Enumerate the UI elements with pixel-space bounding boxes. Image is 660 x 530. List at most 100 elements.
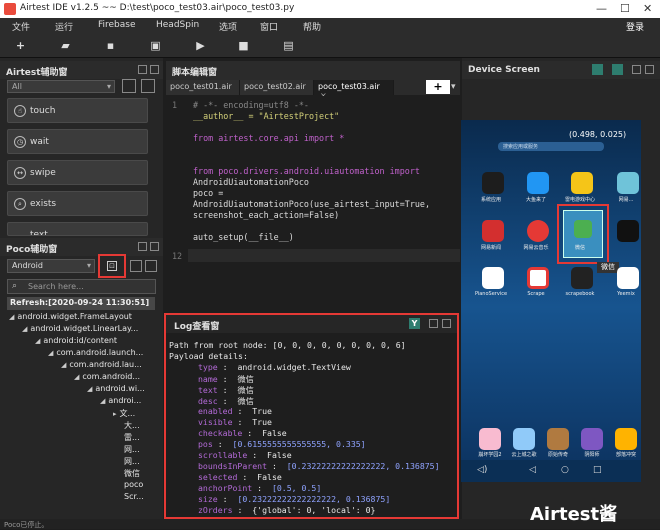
leidian-game-center-icon[interactable] [571, 172, 593, 194]
scrape-icon[interactable] [527, 267, 549, 289]
editor-panel-title: 脚本编辑窗 [172, 68, 218, 78]
float-icon[interactable] [138, 242, 147, 251]
connect-icon[interactable] [592, 64, 603, 75]
tree-node[interactable]: ▸ 文... [113, 408, 135, 420]
ui-tree: ◢ android.widget.FrameLayout ◢ android.wid… [0, 311, 156, 511]
login-link[interactable]: 登录 [626, 20, 644, 33]
yeemix-icon[interactable] [617, 267, 639, 289]
recents-icon[interactable]: □ [593, 465, 602, 475]
game-icon-2[interactable] [513, 428, 535, 450]
tree-node[interactable]: ◢ com.android.launch... [48, 348, 143, 360]
app-label: scrapebook [565, 291, 595, 297]
open-folder-icon[interactable]: ▰ [60, 40, 71, 51]
close-panel-icon[interactable] [645, 65, 654, 74]
back-icon[interactable]: ◁ [529, 465, 536, 475]
rotate-icon[interactable] [612, 64, 623, 75]
netease-game-icon[interactable] [617, 172, 639, 194]
tab-poco-test01[interactable]: poco_test01.air [166, 80, 240, 95]
game-icon-4[interactable] [581, 428, 603, 450]
run-icon[interactable]: ▶ [195, 40, 206, 51]
wait-button[interactable]: ◷ wait [7, 129, 148, 154]
maximize-button[interactable]: ☐ [620, 2, 630, 15]
tree-node[interactable]: ◢ com.android... [74, 372, 140, 384]
code-line: AndroidUiautomationPoco [193, 177, 309, 187]
menu-headspin[interactable]: HeadSpin [156, 20, 199, 30]
poco-mode-select[interactable]: Android ▾ [7, 259, 95, 273]
log-prop: pos : [0.6155555555555555, 0.335] [198, 439, 366, 449]
float-icon[interactable] [429, 319, 438, 328]
tree-node[interactable]: ◢ android.widget.LinearLay... [22, 324, 138, 336]
filter-icon[interactable]: Y [409, 318, 420, 329]
tab-poco-test03[interactable]: poco_test03.air × [314, 80, 394, 100]
float-icon[interactable] [632, 65, 641, 74]
touch-button[interactable]: ☝ touch [7, 98, 148, 123]
volume-icon[interactable]: ◁) [477, 465, 487, 475]
log-prop: anchorPoint : [0.5, 0.5] [198, 483, 322, 493]
netease-news-icon[interactable] [482, 220, 504, 242]
fish-app-icon[interactable] [527, 172, 549, 194]
close-panel-icon[interactable] [442, 319, 451, 328]
window-title: Airtest IDE v1.2.5 ~~ D:\test\poco_test0… [20, 3, 295, 13]
tree-node[interactable]: poco [124, 480, 143, 492]
media-app-icon[interactable] [617, 220, 639, 242]
text-button[interactable]: text [7, 222, 148, 236]
tree-node[interactable]: 网... [124, 456, 140, 468]
home-icon[interactable]: ○ [561, 465, 569, 475]
exists-button[interactable]: ⌕ exists [7, 191, 148, 216]
screenshot-icon[interactable] [145, 260, 157, 272]
menu-window[interactable]: 窗口 [260, 20, 278, 33]
game-icon-5[interactable] [615, 428, 637, 450]
element-tooltip: 微信 [597, 262, 619, 273]
save-as-icon[interactable]: ▣ [150, 40, 161, 51]
tree-node[interactable]: ◢ androi... [100, 396, 141, 408]
lock-button[interactable]: ⊡ [98, 254, 126, 278]
report-icon[interactable]: ▤ [283, 40, 294, 51]
close-button[interactable]: ✕ [643, 2, 652, 15]
stop-icon[interactable]: ■ [238, 40, 249, 51]
log-prop: visible : True [198, 417, 272, 427]
wechat-icon[interactable] [574, 220, 592, 238]
settings-icon[interactable] [141, 79, 155, 93]
tree-node[interactable]: Scr... [124, 492, 144, 504]
menu-file[interactable]: 文件 [12, 20, 30, 33]
game-icon-3[interactable] [547, 428, 569, 450]
close-panel-icon[interactable] [150, 65, 159, 74]
save-icon[interactable]: ▪ [105, 40, 116, 51]
menu-firebase[interactable]: Firebase [98, 20, 136, 30]
log-prop: size : [0.23222222222222222, 0.136875] [198, 494, 391, 504]
tab-poco-test02[interactable]: poco_test02.air [240, 80, 314, 95]
tree-node[interactable]: 网... [124, 444, 140, 456]
swipe-button[interactable]: ↔ swipe [7, 160, 148, 185]
tree-node[interactable]: ◢ android.widget.FrameLayout [9, 312, 132, 324]
minimize-button[interactable]: — [596, 2, 607, 15]
tree-node[interactable]: ◢ android:id/content [35, 336, 117, 348]
tree-node[interactable]: 大... [124, 420, 140, 432]
tree-node[interactable]: ◢ com.android.lau... [61, 360, 142, 372]
netease-music-icon[interactable] [527, 220, 549, 242]
tree-node[interactable]: ◢ android.wi... [87, 384, 145, 396]
game-icon-1[interactable] [479, 428, 501, 450]
image-capture-icon[interactable] [122, 79, 136, 93]
float-icon[interactable] [138, 65, 147, 74]
menu-run[interactable]: 运行 [55, 20, 73, 33]
airtest-filter-select[interactable]: All ▾ [7, 80, 115, 93]
new-file-icon[interactable]: + [15, 40, 26, 51]
tree-node[interactable]: 微信 [124, 468, 140, 480]
app-label: PianoService [474, 291, 508, 297]
device-screen[interactable]: (0.498, 0.025) 搜索应用或服务 系统应用 大鱼来了 雷电游戏中心 … [461, 120, 641, 460]
close-panel-icon[interactable] [150, 242, 159, 251]
scrapebook-icon[interactable] [571, 267, 593, 289]
code-line: __author__ = "AirtestProject" [193, 111, 340, 121]
code-area[interactable]: 1 # -*- encoding=utf8 -*- __author__ = "… [166, 96, 460, 309]
refresh-status[interactable]: Refresh:[2020-09-24 11:30:51] [7, 297, 155, 310]
menu-help[interactable]: 帮助 [303, 20, 321, 33]
app-search-bar[interactable]: 搜索应用或服务 [498, 142, 604, 151]
menu-options[interactable]: 选项 [219, 20, 237, 33]
tree-node[interactable]: 雷... [124, 432, 140, 444]
system-apps-icon[interactable] [482, 172, 504, 194]
record-icon[interactable] [130, 260, 142, 272]
chevron-down-icon[interactable]: ▾ [451, 82, 456, 92]
new-tab-button[interactable]: + [426, 80, 450, 94]
search-input[interactable]: ⌕ Search here... [7, 279, 156, 294]
piano-service-icon[interactable] [482, 267, 504, 289]
